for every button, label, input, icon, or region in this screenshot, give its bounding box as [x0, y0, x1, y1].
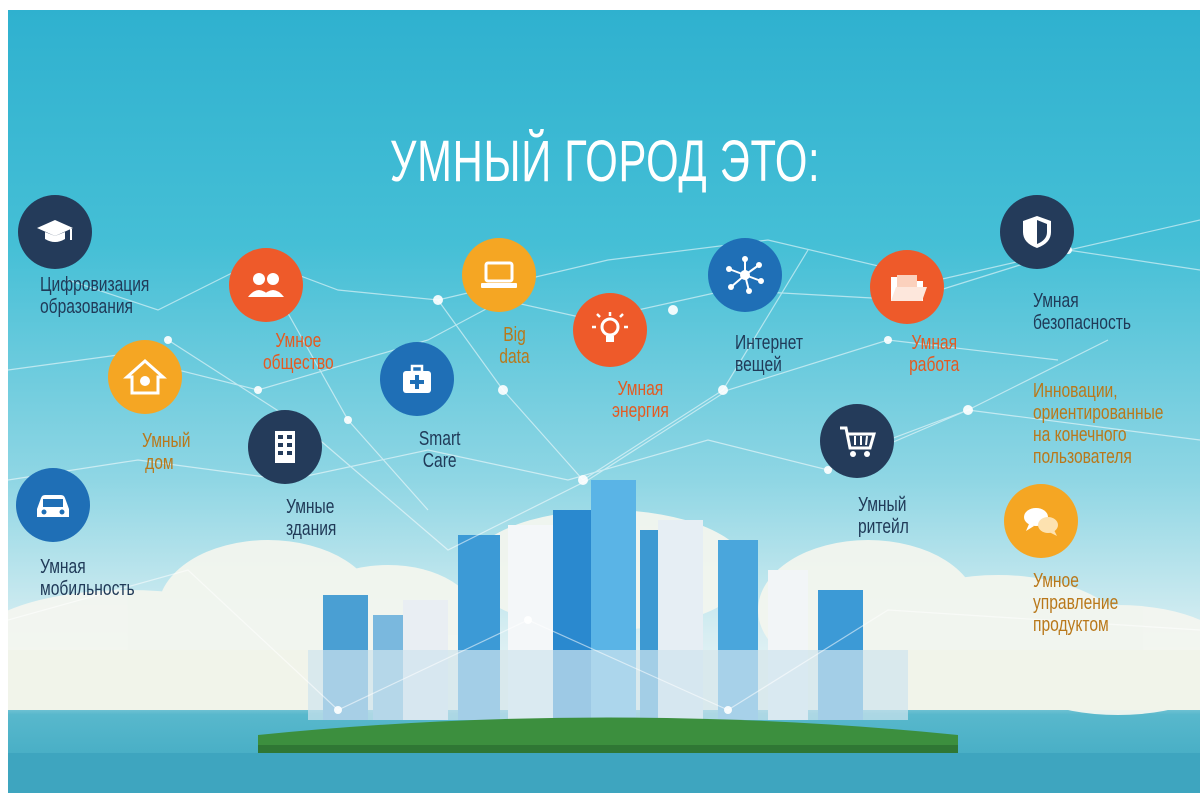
network-icon — [708, 238, 782, 312]
label-smart-society: Умное общество — [262, 330, 334, 374]
medical-kit-icon — [380, 342, 454, 416]
label-smart-energy: Умная энергия — [612, 378, 669, 422]
shopping-cart-icon — [820, 404, 894, 478]
label-smart-product-management: Умное управление продуктом — [1033, 570, 1119, 636]
page-title: УМНЫЙ ГОРОД ЭТО: — [389, 129, 821, 194]
label-smart-work: Умная работа — [909, 332, 960, 376]
people-icon — [229, 248, 303, 322]
label-internet-of-things: Интернет вещей — [735, 332, 804, 376]
label-smart-home: Умный дом — [142, 430, 191, 474]
infographic-canvas: УМНЫЙ ГОРОД ЭТО: Цифровизация образования… — [8, 10, 1200, 793]
label-smart-retail: Умный ритейл — [858, 494, 909, 538]
label-education: Цифровизация образования — [40, 274, 150, 318]
building-icon — [248, 410, 322, 484]
chat-bubbles-icon — [1004, 484, 1078, 558]
label-smart-buildings: Умные здания — [286, 496, 337, 540]
shield-icon — [1000, 195, 1074, 269]
label-smart-mobility: Умная мобильность — [40, 556, 135, 600]
folder-icon — [870, 250, 944, 324]
lightbulb-icon — [573, 293, 647, 367]
label-smart-security: Умная безопасность — [1033, 290, 1132, 334]
laptop-icon — [462, 238, 536, 312]
label-smart-care: Smart Care — [418, 428, 461, 472]
graduation-cap-icon — [18, 195, 92, 269]
house-icon — [108, 340, 182, 414]
label-innovations: Инновации, ориентированные на конечного пол… — [1033, 380, 1164, 468]
car-icon — [16, 468, 90, 542]
label-big-data: Big data — [499, 324, 530, 368]
